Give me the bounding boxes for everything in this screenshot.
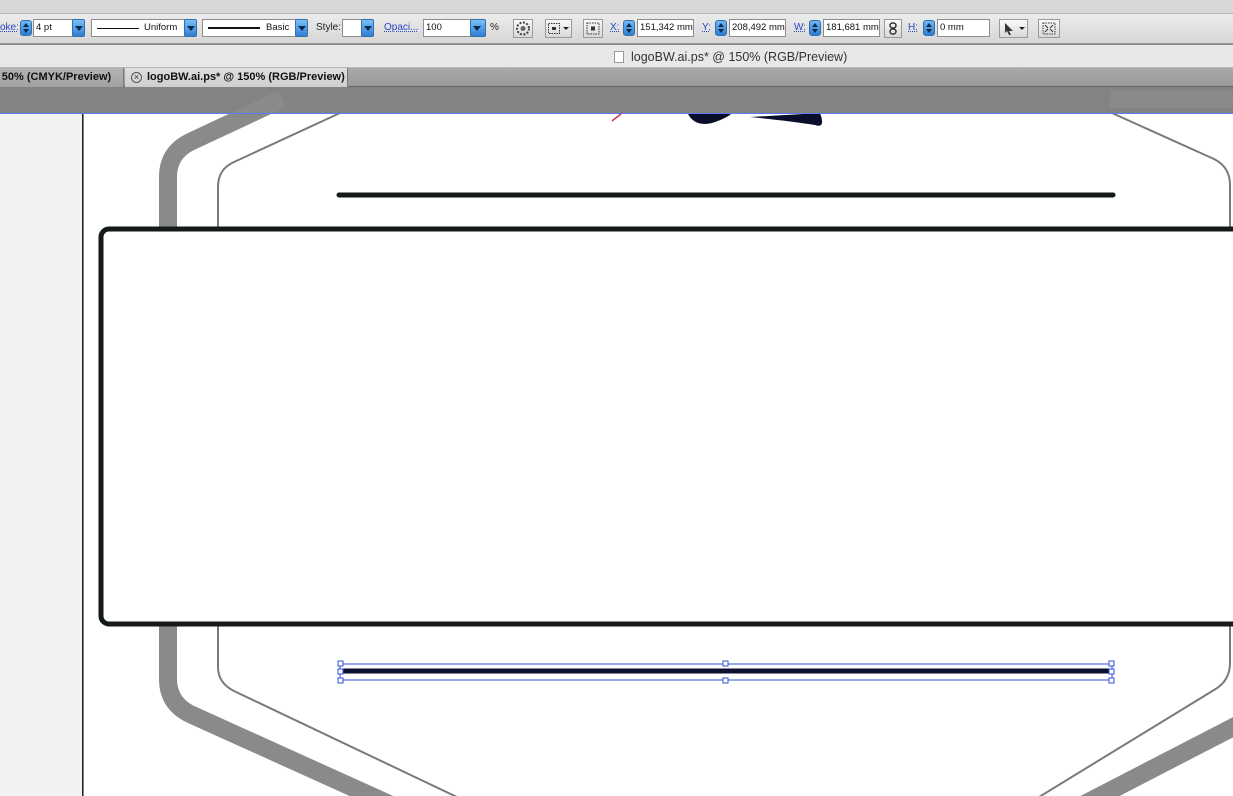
- stroke-weight-dropdown[interactable]: [72, 19, 85, 37]
- close-tab-icon[interactable]: ×: [131, 72, 142, 83]
- canvas-area[interactable]: [0, 87, 1233, 796]
- opacity-input[interactable]: 100: [423, 19, 471, 37]
- document-file-icon: [614, 51, 624, 63]
- select-similar-icon[interactable]: [999, 19, 1028, 38]
- constrain-proportions-icon[interactable]: [884, 19, 902, 38]
- percent-label: %: [490, 22, 499, 33]
- logo-figure-fragment: [750, 113, 823, 126]
- stroke-label[interactable]: oke:: [0, 22, 19, 33]
- align-to-selection-icon[interactable]: [545, 19, 572, 38]
- tab-label: logoBW.ai.ps* @ 150% (RGB/Preview): [147, 71, 345, 83]
- isolate-object-icon[interactable]: [1038, 19, 1060, 38]
- h-label[interactable]: H:: [908, 22, 918, 33]
- tab-cmyk-document[interactable]: o 50% (CMYK/Preview): [0, 68, 124, 87]
- window-top-strip: [0, 0, 1233, 14]
- recolor-artwork-icon[interactable]: [513, 19, 533, 38]
- x-input[interactable]: 151,342 mm: [637, 19, 694, 37]
- artwork[interactable]: [0, 87, 1233, 796]
- tab-label: o 50% (CMYK/Preview): [0, 71, 112, 83]
- document-title: logoBW.ai.ps* @ 150% (RGB/Preview): [631, 50, 848, 64]
- reference-point-icon[interactable]: [583, 19, 603, 38]
- style-label: Style:: [316, 22, 342, 33]
- profile-line-icon: [97, 28, 139, 29]
- graphic-style-dropdown[interactable]: [361, 19, 374, 37]
- w-stepper[interactable]: [809, 20, 821, 36]
- brush-definition-dropdown[interactable]: Basic: [202, 19, 297, 37]
- w-input[interactable]: 181,681 mm: [823, 19, 880, 37]
- brush-dropdown-button[interactable]: [295, 19, 308, 37]
- graphic-style-swatch[interactable]: [342, 19, 362, 37]
- stroke-weight-input[interactable]: 4 pt: [33, 19, 73, 37]
- h-input[interactable]: 0 mm: [937, 19, 990, 37]
- y-label[interactable]: Y:: [702, 22, 711, 33]
- banner-rectangle: [98, 226, 1233, 627]
- x-stepper[interactable]: [623, 20, 635, 36]
- document-tab-bar: o 50% (CMYK/Preview) × logoBW.ai.ps* @ 1…: [0, 68, 1233, 87]
- profile-dropdown-button[interactable]: [184, 19, 197, 37]
- variable-width-profile-dropdown[interactable]: Uniform: [91, 19, 186, 37]
- control-bar: oke: 4 pt Uniform Basic Style: Opaci... …: [0, 14, 1233, 44]
- logo-figure-fragment: [688, 113, 732, 124]
- y-input[interactable]: 208,492 mm: [729, 19, 786, 37]
- artboard-top-guide: [0, 113, 1233, 114]
- opacity-slider-button[interactable]: [470, 19, 486, 37]
- tab-logobw-document[interactable]: × logoBW.ai.ps* @ 150% (RGB/Preview): [125, 68, 348, 87]
- w-label[interactable]: W:: [794, 22, 806, 33]
- document-title-bar: logoBW.ai.ps* @ 150% (RGB/Preview): [0, 45, 1233, 68]
- opacity-label[interactable]: Opaci...: [384, 22, 418, 33]
- brush-label: Basic: [266, 22, 290, 33]
- brush-line-icon: [208, 27, 260, 29]
- y-stepper[interactable]: [715, 20, 727, 36]
- stroke-weight-stepper[interactable]: [20, 20, 32, 36]
- profile-label: Uniform: [144, 22, 178, 33]
- h-stepper[interactable]: [923, 20, 935, 36]
- x-label[interactable]: X:: [610, 22, 619, 33]
- accent-stroke: [611, 112, 623, 122]
